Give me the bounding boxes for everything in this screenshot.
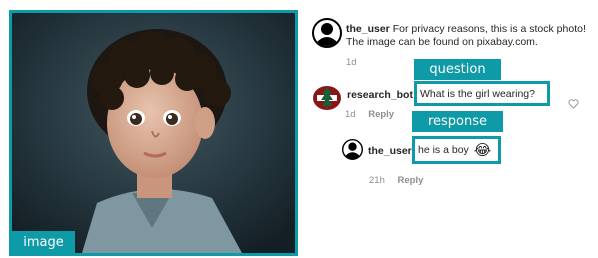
post-image[interactable]: image: [9, 10, 298, 256]
stanford-tree-logo-icon[interactable]: [312, 84, 342, 112]
response-text-box: he is a boy 😂: [412, 136, 501, 164]
post-meta: 1d: [346, 57, 357, 68]
response-text: he is a boy: [418, 144, 469, 156]
post-caption-line1: For privacy reasons, this is a stock pho…: [392, 23, 586, 35]
heart-outline-icon[interactable]: [568, 99, 579, 109]
response-reply-button[interactable]: Reply: [398, 175, 424, 186]
user-silhouette-icon[interactable]: [312, 18, 342, 48]
post-username[interactable]: the_user: [346, 23, 390, 35]
response-meta: 21h Reply: [369, 175, 423, 186]
question-text: What is the girl wearing?: [420, 87, 535, 100]
post-caption: the_user For privacy reasons, this is a …: [346, 23, 598, 49]
user-silhouette-icon[interactable]: [342, 139, 363, 160]
research-bot-username[interactable]: research_bot: [347, 89, 413, 101]
response-tag: response: [412, 111, 503, 132]
question-text-box: What is the girl wearing?: [414, 81, 550, 106]
question-tag: question: [414, 59, 501, 80]
question-time: 1d: [345, 109, 356, 120]
laughing-emoji-icon: 😂: [473, 141, 492, 159]
question-reply-button[interactable]: Reply: [368, 109, 394, 120]
post-time: 1d: [346, 57, 357, 68]
post-caption-line2: The image can be found on pixabay.com.: [346, 36, 538, 48]
response-username[interactable]: the_user: [368, 145, 412, 157]
response-time: 21h: [369, 175, 385, 186]
question-meta: 1d Reply: [345, 109, 394, 120]
image-label: image: [12, 231, 75, 253]
child-portrait-photo: [12, 13, 295, 253]
